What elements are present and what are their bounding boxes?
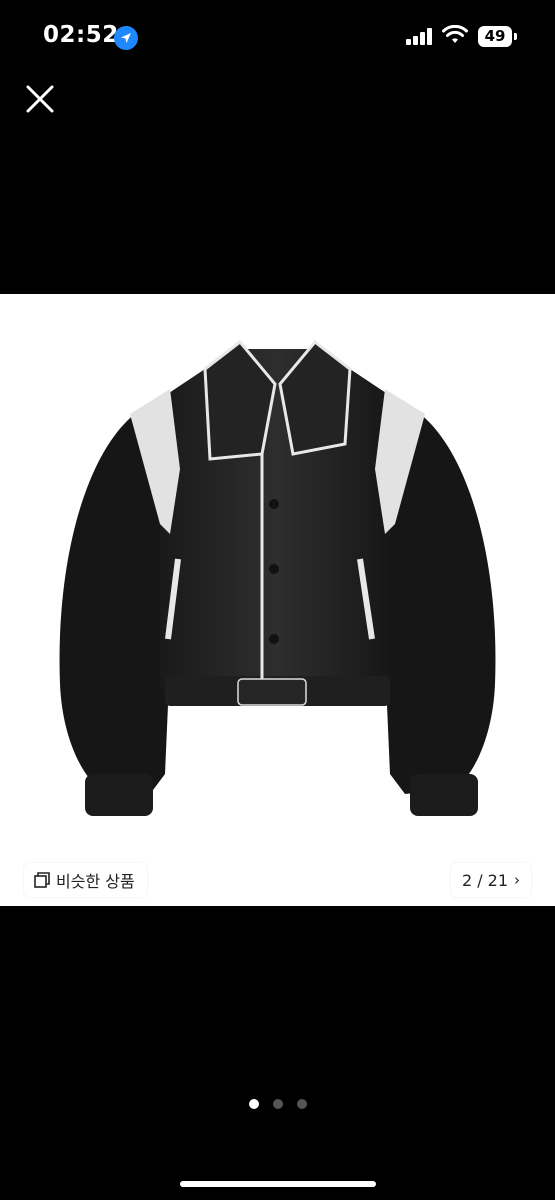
pager-dots xyxy=(0,1099,555,1109)
cellular-signal-icon xyxy=(406,28,432,45)
battery-level: 49 xyxy=(478,26,512,47)
copy-icon xyxy=(34,872,50,888)
home-indicator xyxy=(180,1181,376,1187)
wifi-icon xyxy=(442,25,468,43)
product-image-carousel[interactable]: 비슷한 상품 2 / 21 › xyxy=(0,294,555,906)
pager-dot[interactable] xyxy=(296,1099,307,1109)
jacket-photo xyxy=(59,339,496,816)
status-bar: 02:52 49 xyxy=(0,0,555,70)
similar-products-button[interactable]: 비슷한 상품 xyxy=(24,863,147,897)
battery-icon: 49 xyxy=(478,26,518,47)
pager-dot-active[interactable] xyxy=(248,1099,259,1109)
close-button[interactable] xyxy=(20,80,60,120)
image-counter-text: 2 / 21 xyxy=(461,870,509,890)
chevron-right-icon: › xyxy=(514,871,521,889)
location-arrow-icon xyxy=(114,26,138,50)
image-counter[interactable]: 2 / 21 › xyxy=(451,863,531,897)
close-icon xyxy=(26,85,54,113)
status-time: 02:52 xyxy=(43,22,119,48)
pager-dot[interactable] xyxy=(272,1099,283,1109)
similar-products-label: 비슷한 상품 xyxy=(56,872,135,891)
